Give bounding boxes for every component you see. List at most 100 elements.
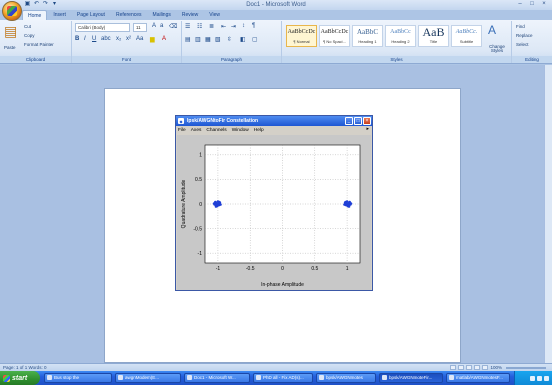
change-styles-button[interactable]: Change Styles xyxy=(484,44,510,53)
justify-icon[interactable]: ▧ xyxy=(215,36,221,43)
taskbar-item[interactable]: bpsk/AWGNmotes xyxy=(316,373,376,383)
grow-font-icon[interactable]: A xyxy=(152,23,156,29)
cut-button[interactable]: Cut xyxy=(24,24,31,29)
zoom-level[interactable]: 100% xyxy=(490,365,502,370)
sort-icon[interactable]: ↕ xyxy=(242,23,245,29)
tab-view[interactable]: View xyxy=(204,10,225,20)
subscript-icon[interactable]: x₂ xyxy=(116,36,121,42)
taskbar-item-label: bpsk/AWGNmotes xyxy=(326,375,363,380)
zoom-slider[interactable] xyxy=(506,366,546,369)
taskbar-item[interactable]: awgnModem(E... xyxy=(115,373,181,383)
editing-group: Find Replace Select Editing xyxy=(512,21,552,63)
tab-page-layout[interactable]: Page Layout xyxy=(72,10,110,20)
decrease-indent-icon[interactable]: ⇤ xyxy=(221,23,226,30)
taskbar-item[interactable]: Bus stop the xyxy=(44,373,112,383)
x-tick-label: 0 xyxy=(281,266,284,272)
figure-title-bar[interactable]: ◆ Ipsk/AWGNtoFir Constellation _ □ × xyxy=(176,116,372,126)
page-word-count[interactable]: Page: 1 of 1 Words: 0 xyxy=(3,365,46,370)
constellation-point xyxy=(217,200,221,204)
constellation-point xyxy=(219,203,222,206)
style-name: ¶ Normal xyxy=(293,39,310,44)
close-button[interactable]: × xyxy=(538,0,550,9)
copy-button[interactable]: Copy xyxy=(24,33,35,38)
align-left-icon[interactable]: ▤ xyxy=(185,36,191,43)
multilevel-list-icon[interactable]: ≣ xyxy=(209,23,214,30)
bold-icon[interactable]: B xyxy=(75,36,79,42)
bullets-icon[interactable]: ☰ xyxy=(185,23,190,30)
print-layout-view-button[interactable] xyxy=(450,365,457,370)
shading-icon[interactable]: ◧ xyxy=(240,36,246,43)
align-center-icon[interactable]: ▥ xyxy=(195,36,201,43)
increase-indent-icon[interactable]: ⇥ xyxy=(231,23,236,30)
figure-minimize-button[interactable]: _ xyxy=(345,117,353,125)
change-case-icon[interactable]: Aa xyxy=(136,36,143,42)
style-heading-2[interactable]: AaBbCc Heading 2 xyxy=(385,25,416,47)
maximize-button[interactable]: □ xyxy=(526,0,538,9)
security-icon[interactable] xyxy=(544,375,549,381)
taskbar-item[interactable]: Doc1 - Microsoft W... xyxy=(184,373,250,383)
office-button[interactable] xyxy=(2,1,22,21)
shrink-font-icon[interactable]: a xyxy=(160,23,163,29)
select-button[interactable]: Select xyxy=(516,42,529,47)
style-no-spacing[interactable]: AaBbCcDc ¶ No Spaci... xyxy=(319,25,350,47)
tab-home[interactable]: Home xyxy=(22,10,48,20)
font-name-select[interactable]: Calibri (Body) xyxy=(75,23,130,32)
menu-file[interactable]: File xyxy=(178,128,186,133)
taskbar-item[interactable]: matlab/AWGNmotesF... xyxy=(446,373,510,383)
x-tick-label: 0.5 xyxy=(311,266,318,272)
figure-window[interactable]: ◆ Ipsk/AWGNtoFir Constellation _ □ × Fil… xyxy=(175,115,373,291)
menu-window[interactable]: Window xyxy=(232,128,249,133)
network-icon[interactable] xyxy=(530,375,535,381)
figure-title: Ipsk/AWGNtoFir Constellation xyxy=(187,118,259,124)
start-button[interactable]: start xyxy=(0,371,40,385)
style-subtitle[interactable]: AaBbCc. Subtitle xyxy=(451,25,482,47)
paste-icon[interactable]: ▤ xyxy=(4,23,17,40)
format-painter-button[interactable]: Format Painter xyxy=(24,42,54,47)
line-spacing-icon[interactable]: ⇳ xyxy=(227,36,232,43)
tab-mailings[interactable]: Mailings xyxy=(148,10,176,20)
menu-axes[interactable]: Axes xyxy=(191,128,202,133)
menu-channels[interactable]: Channels xyxy=(206,128,226,133)
paragraph-group: ☰ ☷ ≣ ⇤ ⇥ ↕ ¶ ▤ ▥ ▦ ▧ ⇳ ◧ ▢ Paragraph xyxy=(182,21,282,63)
style-normal[interactable]: AaBbCcDc ¶ Normal xyxy=(286,25,317,47)
taskbar: start Bus stop the awgnModem(E... Doc1 -… xyxy=(0,371,552,385)
web-layout-view-button[interactable] xyxy=(466,365,473,370)
clear-formatting-icon[interactable]: ⌫ xyxy=(169,23,177,30)
strikethrough-icon[interactable]: abc xyxy=(101,36,111,42)
tab-insert[interactable]: Insert xyxy=(48,10,71,20)
volume-icon[interactable] xyxy=(537,375,542,381)
tab-review[interactable]: Review xyxy=(177,10,203,20)
style-sample: AaBbCcDc xyxy=(320,29,349,35)
outline-view-button[interactable] xyxy=(474,365,481,370)
paste-button[interactable]: Paste xyxy=(4,45,16,50)
highlight-icon[interactable]: ▆ xyxy=(150,36,155,43)
tab-references[interactable]: References xyxy=(111,10,147,20)
style-title[interactable]: AaB Title xyxy=(418,25,449,47)
x-tick-label: -1 xyxy=(216,266,221,272)
full-screen-view-button[interactable] xyxy=(458,365,465,370)
matlab-icon: ◆ xyxy=(178,118,184,124)
italic-icon[interactable]: I xyxy=(84,36,86,42)
superscript-icon[interactable]: x² xyxy=(126,36,131,42)
minimize-button[interactable]: – xyxy=(514,0,526,9)
figure-close-button[interactable]: × xyxy=(363,117,371,125)
underline-icon[interactable]: U xyxy=(92,36,96,42)
borders-icon[interactable]: ▢ xyxy=(252,36,258,43)
taskbar-item[interactable]: bpsk/AWGNmoteFir... xyxy=(379,373,443,383)
align-right-icon[interactable]: ▦ xyxy=(205,36,211,43)
taskbar-item[interactable]: PhD all - Fix AD(s)... xyxy=(253,373,313,383)
numbering-icon[interactable]: ☷ xyxy=(197,23,202,30)
draft-view-button[interactable] xyxy=(482,365,489,370)
menu-overflow-icon[interactable]: ▸ xyxy=(366,126,369,132)
style-sample: AaBbCc xyxy=(390,29,411,35)
show-marks-icon[interactable]: ¶ xyxy=(252,23,255,29)
font-size-select[interactable]: 11 xyxy=(133,23,147,32)
vertical-scrollbar[interactable] xyxy=(544,65,552,363)
font-color-icon[interactable]: A xyxy=(162,36,166,42)
change-styles-icon[interactable]: A xyxy=(488,23,496,37)
menu-help[interactable]: Help xyxy=(254,128,264,133)
find-button[interactable]: Find xyxy=(516,24,525,29)
replace-button[interactable]: Replace xyxy=(516,33,533,38)
style-heading-1[interactable]: AaBbC Heading 1 xyxy=(352,25,383,47)
figure-maximize-button[interactable]: □ xyxy=(354,117,362,125)
